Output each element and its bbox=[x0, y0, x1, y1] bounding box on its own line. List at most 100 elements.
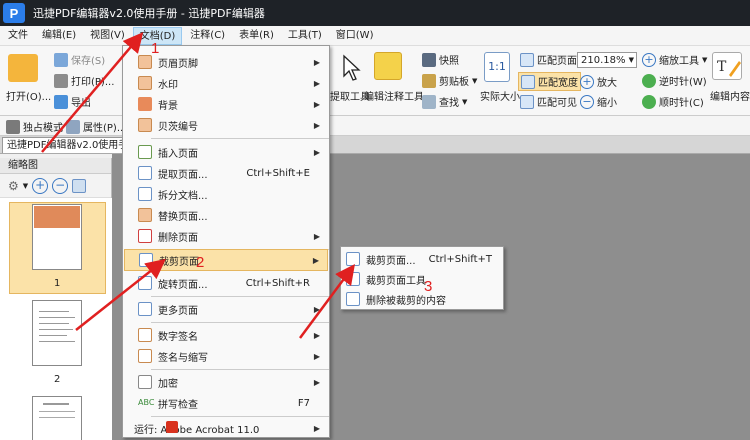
fit-visible-button[interactable]: 匹配可见 bbox=[520, 94, 577, 109]
dropdown-arrow-icon: ▼ bbox=[472, 76, 478, 85]
zoom-tool-button[interactable]: + 缩放工具 ▼ bbox=[642, 52, 707, 67]
chevron-down-icon: ▼ bbox=[628, 56, 634, 64]
dropdown-arrow-icon: ▼ bbox=[702, 55, 708, 64]
crop-tool-icon bbox=[346, 272, 360, 286]
gear-icon[interactable]: ⚙ bbox=[8, 179, 19, 193]
document-menu-dropdown: 页眉页脚 ▶ 水印 ▶ 背景 ▶ 贝茨编号 ▶ 插入页面 ▶ 提取页面... Ctrl+Sh… bbox=[122, 45, 330, 438]
page-thumbnail-1[interactable] bbox=[32, 204, 82, 270]
submenu-delete-cropped[interactable]: 删除被裁剪的内容 bbox=[342, 289, 502, 309]
crop-page-icon bbox=[139, 253, 153, 267]
save-button[interactable]: 保存(S) bbox=[54, 52, 105, 67]
menu-bates-numbering[interactable]: 贝茨编号 ▶ bbox=[124, 115, 328, 135]
menu-separator bbox=[151, 322, 329, 323]
menu-more-pages[interactable]: 更多页面 ▶ bbox=[124, 299, 328, 319]
page-thumbnail-2[interactable] bbox=[32, 300, 82, 366]
menu-form[interactable]: 表单(R) bbox=[233, 27, 280, 45]
bates-numbering-icon bbox=[138, 118, 152, 132]
export-icon bbox=[54, 94, 68, 109]
menu-run-acrobat[interactable]: 运行: Adobe Acrobat 11.0 ▶ bbox=[124, 418, 328, 438]
menu-split-document[interactable]: 拆分文档... bbox=[124, 184, 328, 204]
properties-button[interactable]: 属性(P)... bbox=[66, 119, 126, 134]
step-2-label: 2 bbox=[196, 254, 205, 271]
menu-replace-page[interactable]: 替换页面... bbox=[124, 205, 328, 225]
zoom-in-button[interactable]: + 放大 bbox=[580, 74, 617, 89]
watermark-icon bbox=[138, 76, 152, 90]
rotate-icon[interactable] bbox=[72, 178, 87, 193]
snapshot-button[interactable]: 快照 bbox=[422, 52, 459, 67]
menu-delete-page[interactable]: 删除页面 ▶ bbox=[124, 226, 328, 246]
pointer-icon[interactable] bbox=[340, 54, 362, 82]
menu-view[interactable]: 视图(V) bbox=[84, 27, 131, 45]
menu-window[interactable]: 窗口(W) bbox=[330, 27, 380, 45]
menu-crop-page[interactable]: 裁剪页面 ▶ bbox=[124, 249, 328, 271]
digital-signature-icon bbox=[138, 328, 152, 342]
zoom-in-icon: + bbox=[580, 74, 594, 89]
actual-size-button[interactable]: 实际大小 bbox=[480, 88, 520, 103]
delete-cropped-icon bbox=[346, 292, 360, 306]
submenu-crop-page-tool[interactable]: 裁剪页面工具 bbox=[342, 269, 502, 289]
menu-background[interactable]: 背景 ▶ bbox=[124, 94, 328, 114]
clipboard-button[interactable]: 剪贴板 ▼ bbox=[422, 73, 477, 88]
menu-file[interactable]: 文件 bbox=[2, 27, 34, 45]
rotate-cw-button[interactable]: 顺时针(C) bbox=[642, 94, 704, 109]
fit-visible-icon bbox=[520, 94, 534, 109]
edit-content-icon[interactable]: T bbox=[712, 52, 742, 80]
rotate-ccw-icon bbox=[642, 73, 656, 88]
menu-rotate-page[interactable]: 旋转页面... Ctrl+Shift+R bbox=[124, 273, 328, 293]
document-tab-bar: 迅捷PDF编辑器v2.0使用手册 bbox=[0, 136, 750, 154]
printer-icon bbox=[54, 73, 68, 88]
page-number-1: 1 bbox=[54, 278, 61, 289]
menu-sign-initials[interactable]: 签名与缩写 ▶ bbox=[124, 346, 328, 366]
fit-page-icon bbox=[520, 52, 534, 67]
save-icon bbox=[54, 52, 68, 67]
lock-icon bbox=[138, 375, 152, 389]
app-window: P 迅捷PDF编辑器v2.0使用手册 - 迅捷PDF编辑器 文件 编辑(E) 视… bbox=[0, 0, 750, 440]
crop-page-submenu: 裁剪页面... Ctrl+Shift+T 裁剪页面工具 删除被裁剪的内容 bbox=[340, 246, 504, 310]
thumbnail-list: 1 2 bbox=[0, 198, 112, 440]
crop-page-icon bbox=[346, 252, 360, 266]
edit-content-button[interactable]: 编辑内容▼ bbox=[710, 88, 750, 103]
open-button[interactable]: 打开(O)... bbox=[6, 88, 51, 103]
fit-width-button[interactable]: 匹配宽度 bbox=[518, 72, 581, 91]
export-button[interactable]: 导出 bbox=[54, 94, 91, 109]
actual-size-icon[interactable]: 1:1 bbox=[484, 52, 510, 82]
menu-watermark[interactable]: 水印 ▶ bbox=[124, 73, 328, 93]
dropdown-arrow-icon[interactable]: ▼ bbox=[23, 182, 28, 190]
page-thumbnail-3[interactable] bbox=[32, 396, 82, 440]
menu-separator bbox=[151, 138, 329, 139]
edit-annotation-tool-button[interactable]: 编辑注释工具 bbox=[364, 88, 424, 103]
menu-extract-page[interactable]: 提取页面... Ctrl+Shift+E bbox=[124, 163, 328, 183]
menu-tools[interactable]: 工具(T) bbox=[282, 27, 328, 45]
exclusive-mode-button[interactable]: 独占模式 bbox=[6, 119, 63, 134]
zoom-out-icon[interactable]: − bbox=[52, 177, 69, 194]
open-folder-icon[interactable] bbox=[8, 54, 38, 82]
step-1-label: 1 bbox=[151, 40, 160, 57]
split-document-icon bbox=[138, 187, 152, 201]
svg-text:T: T bbox=[717, 59, 727, 75]
annotation-edit-icon[interactable] bbox=[374, 52, 402, 80]
ribbon-toolbar: 打开(O)... 保存(S) 打印(P)... 导出 提取工具 编辑注释工具 快… bbox=[0, 46, 750, 116]
submenu-crop-page[interactable]: 裁剪页面... Ctrl+Shift+T bbox=[342, 249, 502, 269]
delete-page-icon bbox=[138, 229, 152, 243]
zoom-out-button[interactable]: − 缩小 bbox=[580, 94, 617, 109]
app-logo-icon: P bbox=[3, 3, 25, 23]
thumbnail-panel: 缩略图 ⚙ ▼ + − 1 2 bbox=[0, 158, 112, 440]
zoom-in-icon[interactable]: + bbox=[32, 177, 49, 194]
menu-encrypt[interactable]: 加密 ▶ bbox=[124, 372, 328, 392]
menu-bar: 文件 编辑(E) 视图(V) 文档(D) 注释(C) 表单(R) 工具(T) 窗… bbox=[0, 26, 750, 46]
find-button[interactable]: 查找 ▼ bbox=[422, 94, 467, 109]
fit-page-button[interactable]: 匹配页面 bbox=[520, 52, 577, 67]
step-3-label: 3 bbox=[424, 278, 433, 295]
camera-icon bbox=[422, 52, 436, 67]
menu-comment[interactable]: 注释(C) bbox=[184, 27, 231, 45]
menu-digital-signature[interactable]: 数字签名 ▶ bbox=[124, 325, 328, 345]
menu-edit[interactable]: 编辑(E) bbox=[36, 27, 82, 45]
magnifier-icon: + bbox=[642, 52, 656, 67]
print-button[interactable]: 打印(P)... bbox=[54, 73, 114, 88]
menu-insert-page[interactable]: 插入页面 ▶ bbox=[124, 142, 328, 162]
menu-spell-check[interactable]: ABC 拼写检查 F7 bbox=[124, 393, 328, 413]
hand-icon bbox=[6, 119, 20, 134]
zoom-level-select[interactable]: 210.18% ▼ bbox=[577, 52, 637, 68]
rotate-ccw-button[interactable]: 逆时针(W) bbox=[642, 73, 707, 88]
rotate-page-icon bbox=[138, 276, 152, 290]
